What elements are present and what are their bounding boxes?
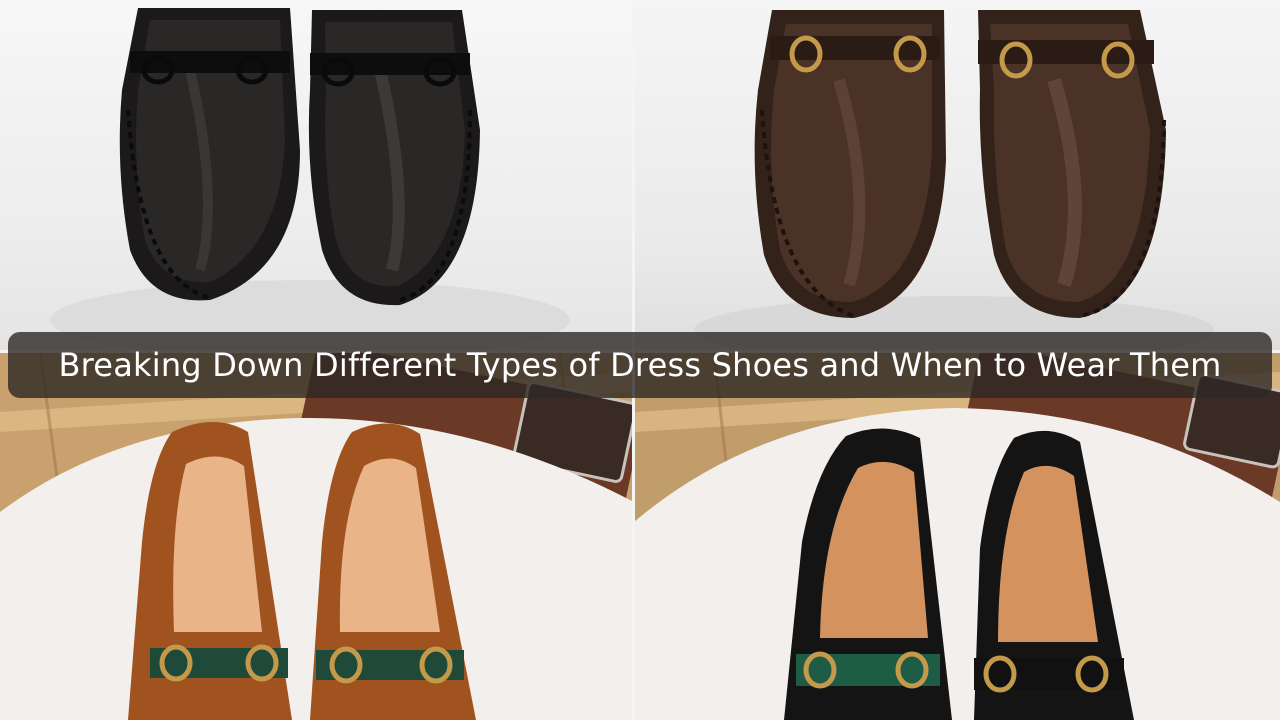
tan-loafers-illustration <box>0 352 634 720</box>
caption-title: Breaking Down Different Types of Dress S… <box>58 346 1222 384</box>
photo-black-green-strap-loafers <box>634 352 1280 720</box>
black-green-loafers-illustration <box>634 352 1280 720</box>
photo-tan-loafers <box>0 352 634 720</box>
photo-brown-loafers <box>634 0 1280 352</box>
black-loafers-illustration <box>50 8 570 352</box>
brown-loafers-illustration <box>694 10 1214 352</box>
caption-banner: Breaking Down Different Types of Dress S… <box>8 332 1272 398</box>
photo-black-loafers <box>0 0 634 352</box>
